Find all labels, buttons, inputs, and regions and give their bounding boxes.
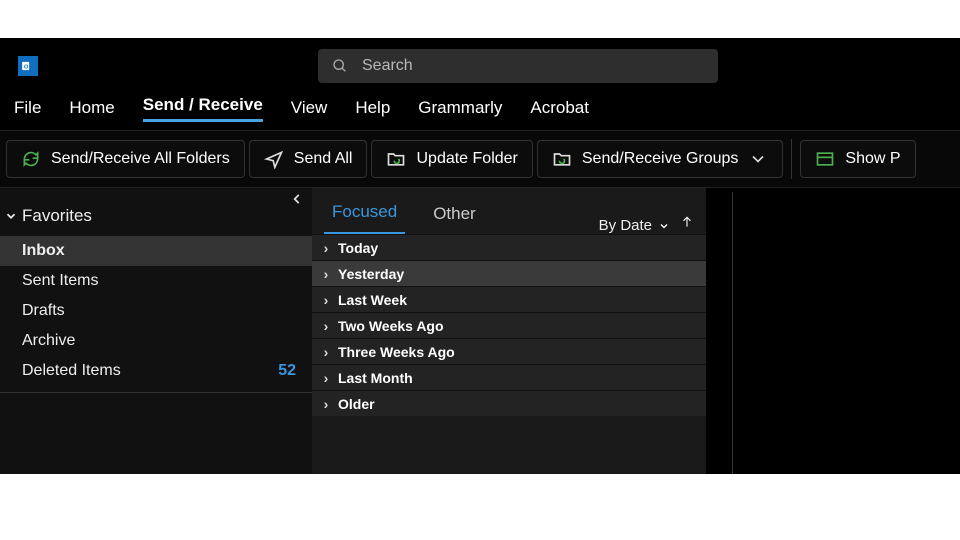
- refresh-icon: [21, 149, 41, 169]
- chevron-right-icon: ›: [318, 344, 334, 360]
- arrow-up-icon: [680, 215, 694, 229]
- search-icon: [332, 58, 348, 74]
- send-receive-all-button[interactable]: Send/Receive All Folders: [6, 140, 245, 178]
- ribbon: Send/Receive All Folders Send All Update…: [0, 130, 960, 188]
- chevron-down-icon: [658, 220, 670, 232]
- group-label: Last Week: [338, 292, 407, 308]
- ribbon-separator: [791, 139, 792, 179]
- chevron-right-icon: ›: [318, 240, 334, 256]
- tab-other[interactable]: Other: [425, 194, 484, 234]
- sidebar-item-label: Deleted Items: [22, 362, 121, 380]
- group-today[interactable]: ›Today: [312, 234, 706, 260]
- sidebar-item-count: 52: [278, 362, 296, 380]
- send-all-label: Send All: [294, 150, 353, 168]
- sidebar-divider: [0, 392, 312, 393]
- send-receive-groups-button[interactable]: Send/Receive Groups: [537, 140, 784, 178]
- chevron-down-icon: [4, 209, 18, 223]
- progress-icon: [815, 149, 835, 169]
- group-three-weeks[interactable]: ›Three Weeks Ago: [312, 338, 706, 364]
- group-label: Yesterday: [338, 266, 404, 282]
- group-two-weeks[interactable]: ›Two Weeks Ago: [312, 312, 706, 338]
- menu-send-receive[interactable]: Send / Receive: [143, 95, 263, 122]
- sidebar-item-label: Inbox: [22, 242, 65, 260]
- update-folder-button[interactable]: Update Folder: [371, 140, 532, 178]
- chevron-right-icon: ›: [318, 318, 334, 334]
- group-label: Two Weeks Ago: [338, 318, 444, 334]
- collapse-sidebar-button[interactable]: [290, 192, 304, 211]
- group-label: Today: [338, 240, 378, 256]
- send-receive-all-label: Send/Receive All Folders: [51, 150, 230, 168]
- menu-home[interactable]: Home: [69, 98, 114, 122]
- menubar: File Home Send / Receive View Help Gramm…: [0, 94, 960, 130]
- favorites-header[interactable]: Favorites: [0, 188, 312, 236]
- sidebar-item-label: Drafts: [22, 302, 65, 320]
- update-folder-label: Update Folder: [416, 150, 517, 168]
- sidebar: Favorites Inbox Sent Items Drafts Archiv…: [0, 188, 312, 474]
- window-bottom-margin: [0, 474, 960, 540]
- sidebar-item-deleted[interactable]: Deleted Items 52: [0, 356, 312, 386]
- sort-direction-button[interactable]: [680, 215, 694, 234]
- reading-pane: [732, 192, 960, 474]
- menu-view[interactable]: View: [291, 98, 328, 122]
- sidebar-item-drafts[interactable]: Drafts: [0, 296, 312, 326]
- outlook-app: O Search File Home Send / Receive View H…: [0, 38, 960, 474]
- mail-list-header: Focused Other By Date: [312, 188, 706, 234]
- group-yesterday[interactable]: ›Yesterday: [312, 260, 706, 286]
- window-top-margin: [0, 0, 960, 38]
- group-label: Last Month: [338, 370, 413, 386]
- chevron-right-icon: ›: [318, 266, 334, 282]
- menu-grammarly[interactable]: Grammarly: [418, 98, 502, 122]
- chevron-down-icon: [748, 149, 768, 169]
- svg-text:O: O: [24, 64, 29, 70]
- show-progress-label: Show P: [845, 150, 900, 168]
- folder-groups-icon: [552, 149, 572, 169]
- sidebar-item-sent[interactable]: Sent Items: [0, 266, 312, 296]
- group-label: Older: [338, 396, 375, 412]
- menu-help[interactable]: Help: [355, 98, 390, 122]
- send-icon: [264, 149, 284, 169]
- group-last-week[interactable]: ›Last Week: [312, 286, 706, 312]
- show-progress-button[interactable]: Show P: [800, 140, 915, 178]
- mail-list: Focused Other By Date ›Today ›Yesterday …: [312, 188, 706, 474]
- folder-refresh-icon: [386, 149, 406, 169]
- sort-label: By Date: [599, 217, 652, 234]
- group-older[interactable]: ›Older: [312, 390, 706, 416]
- chevron-left-icon: [290, 192, 304, 206]
- menu-acrobat[interactable]: Acrobat: [530, 98, 589, 122]
- send-all-button[interactable]: Send All: [249, 140, 368, 178]
- titlebar: O Search: [0, 38, 960, 94]
- sidebar-item-archive[interactable]: Archive: [0, 326, 312, 356]
- search-placeholder: Search: [362, 57, 413, 75]
- outlook-icon: O: [18, 56, 38, 76]
- chevron-right-icon: ›: [318, 292, 334, 308]
- tab-focused[interactable]: Focused: [324, 192, 405, 234]
- send-receive-groups-label: Send/Receive Groups: [582, 150, 739, 168]
- search-input[interactable]: Search: [318, 49, 718, 83]
- favorites-label: Favorites: [22, 206, 92, 226]
- group-label: Three Weeks Ago: [338, 344, 455, 360]
- sidebar-item-inbox[interactable]: Inbox: [0, 236, 312, 266]
- body: Favorites Inbox Sent Items Drafts Archiv…: [0, 188, 960, 474]
- chevron-right-icon: ›: [318, 370, 334, 386]
- group-last-month[interactable]: ›Last Month: [312, 364, 706, 390]
- sidebar-item-label: Sent Items: [22, 272, 98, 290]
- chevron-right-icon: ›: [318, 396, 334, 412]
- sidebar-item-label: Archive: [22, 332, 75, 350]
- menu-file[interactable]: File: [14, 98, 41, 122]
- sort-by-date[interactable]: By Date: [599, 217, 670, 234]
